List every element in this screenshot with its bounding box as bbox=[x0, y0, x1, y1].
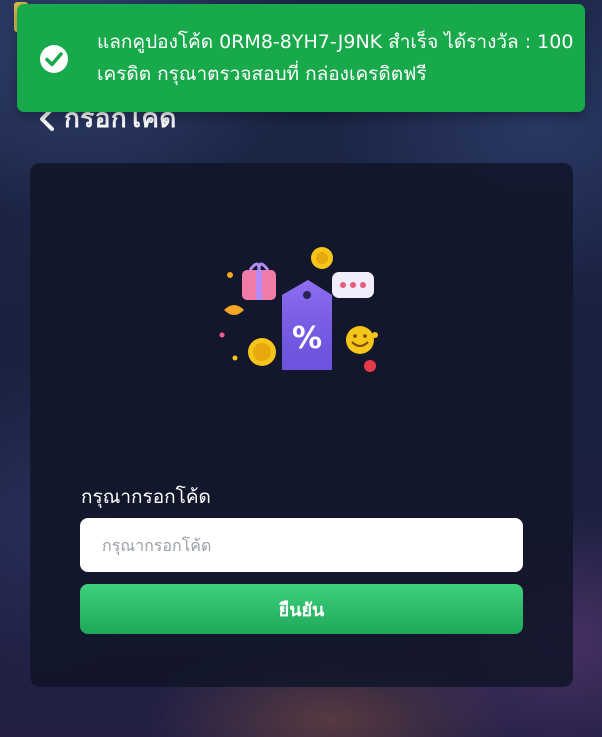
coupon-discount-illustration: % bbox=[219, 247, 378, 372]
check-circle-icon bbox=[40, 45, 68, 73]
code-input[interactable] bbox=[80, 518, 523, 572]
svg-text:%: % bbox=[292, 321, 322, 356]
toast-message: แลกคูปองโค้ด 0RM8-8YH7-J9NK สำเร็จ ได้รา… bbox=[97, 31, 574, 85]
code-field-label: กรุณากรอกโค้ด bbox=[81, 486, 211, 508]
confirm-button[interactable]: ยืนยัน bbox=[80, 584, 523, 634]
success-toast: แลกคูปองโค้ด 0RM8-8YH7-J9NK สำเร็จ ได้รา… bbox=[17, 4, 585, 112]
